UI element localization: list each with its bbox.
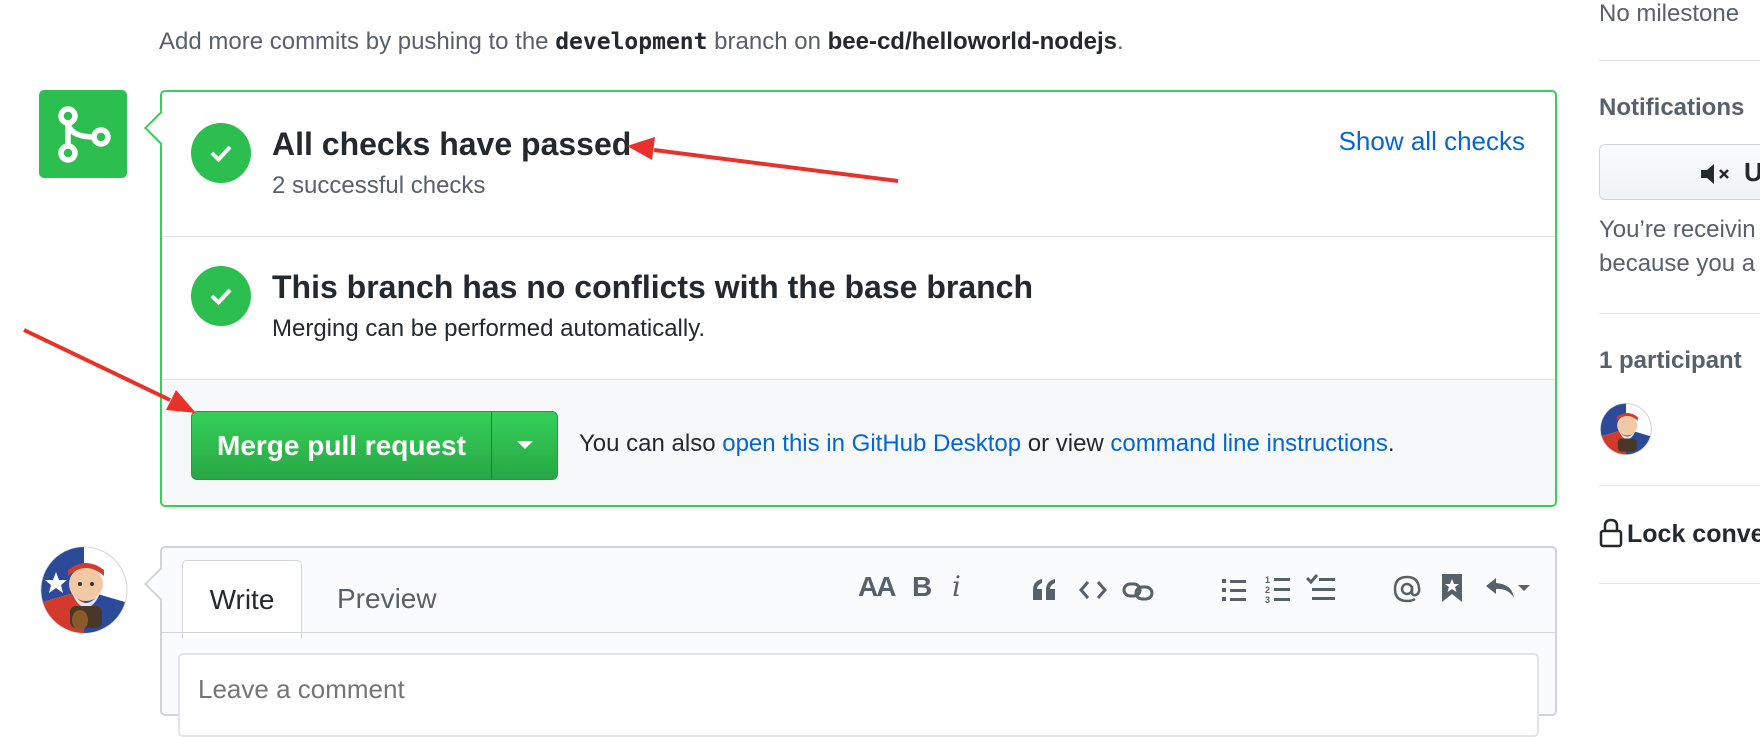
mute-icon: [1701, 164, 1729, 184]
push-hint-middle: branch on: [707, 28, 828, 55]
quote-icon[interactable]: [1030, 576, 1058, 604]
show-all-checks-link[interactable]: Show all checks: [1339, 126, 1525, 157]
merge-alternatives-text: You can also open this in GitHub Desktop…: [579, 430, 1395, 458]
comment-box-pointer: [144, 567, 178, 601]
participant-avatar[interactable]: [1600, 403, 1652, 455]
milestone-status: No milestone: [1599, 0, 1740, 27]
branch-name: development: [555, 29, 708, 55]
conflicts-title: This branch has no conflicts with the ba…: [272, 269, 1034, 305]
saved-reply-icon[interactable]: [1440, 572, 1464, 604]
merge-pull-request-button[interactable]: Merge pull request: [192, 412, 492, 479]
checks-title: All checks have passed: [272, 126, 632, 162]
lock-icon: [1599, 518, 1623, 548]
merge-also-prefix: You can also: [579, 430, 723, 457]
push-hint: Add more commits by pushing to the devel…: [159, 28, 1124, 56]
notifications-reason-line1: You’re receivin: [1599, 216, 1756, 243]
jenkins-avatar-icon: [1600, 403, 1652, 455]
check-success-icon: [191, 266, 251, 326]
unsubscribe-button[interactable]: U: [1599, 144, 1760, 200]
merge-also-suffix: .: [1387, 430, 1395, 457]
merge-box: All checks have passed 2 successful chec…: [144, 90, 1557, 507]
conflicts-subtitle: Merging can be performed automatically.: [272, 315, 706, 342]
svg-text:3: 3: [1265, 595, 1270, 604]
repo-name: bee-cd/helloworld-nodejs: [827, 28, 1117, 55]
sidebar-divider: [1599, 60, 1760, 61]
check-success-icon: [191, 123, 251, 183]
notifications-heading: Notifications: [1599, 94, 1745, 121]
mention-icon[interactable]: [1392, 574, 1422, 604]
open-github-desktop-link[interactable]: open this in GitHub Desktop: [722, 430, 1021, 457]
conflicts-section: This branch has no conflicts with the ba…: [162, 237, 1555, 380]
italic-icon[interactable]: i: [952, 570, 961, 604]
jenkins-avatar-icon: [40, 546, 128, 634]
reply-icon[interactable]: [1484, 576, 1530, 602]
task-list-icon[interactable]: [1306, 572, 1338, 604]
numbered-list-icon[interactable]: 123: [1264, 574, 1292, 604]
unsubscribe-label: U: [1744, 157, 1760, 187]
merge-button-group: Merge pull request: [191, 411, 558, 480]
comment-form: Write Preview AA B i 123: [144, 546, 1557, 737]
code-icon[interactable]: [1078, 578, 1108, 602]
push-hint-prefix: Add more commits by pushing to the: [159, 28, 556, 55]
merge-options-dropdown[interactable]: [492, 412, 557, 479]
merge-or-view: or view: [1021, 430, 1111, 457]
comment-textarea[interactable]: [178, 653, 1539, 737]
svg-text:1: 1: [1265, 575, 1270, 585]
header-icon[interactable]: AA: [858, 570, 896, 604]
avatar[interactable]: [40, 546, 128, 634]
lock-conversation-label: Lock conve: [1627, 520, 1760, 548]
tab-write[interactable]: Write: [182, 560, 302, 639]
bold-icon[interactable]: B: [912, 570, 932, 604]
bullet-list-icon[interactable]: [1220, 576, 1248, 604]
sidebar-divider: [1599, 485, 1760, 486]
sidebar-divider: [1599, 583, 1760, 584]
git-merge-icon: [39, 90, 127, 178]
sidebar-divider: [1599, 313, 1760, 314]
tabs-divider: [162, 632, 1555, 633]
push-hint-suffix: .: [1116, 28, 1124, 55]
annotation-arrow-merge: [23, 328, 171, 402]
notifications-reason-line2: because you a: [1599, 250, 1756, 277]
checks-subtitle: 2 successful checks: [272, 172, 486, 199]
participants-heading: 1 participant: [1599, 347, 1742, 374]
checks-section: All checks have passed 2 successful chec…: [162, 92, 1555, 237]
lock-conversation-link[interactable]: Lock conve: [1599, 518, 1760, 549]
link-icon[interactable]: [1122, 580, 1154, 602]
merge-section: Merge pull request You can also open thi…: [162, 380, 1555, 505]
svg-text:2: 2: [1265, 585, 1270, 595]
comment-input[interactable]: [196, 673, 800, 706]
command-line-instructions-link[interactable]: command line instructions: [1110, 430, 1387, 457]
tab-preview[interactable]: Preview: [337, 560, 437, 638]
